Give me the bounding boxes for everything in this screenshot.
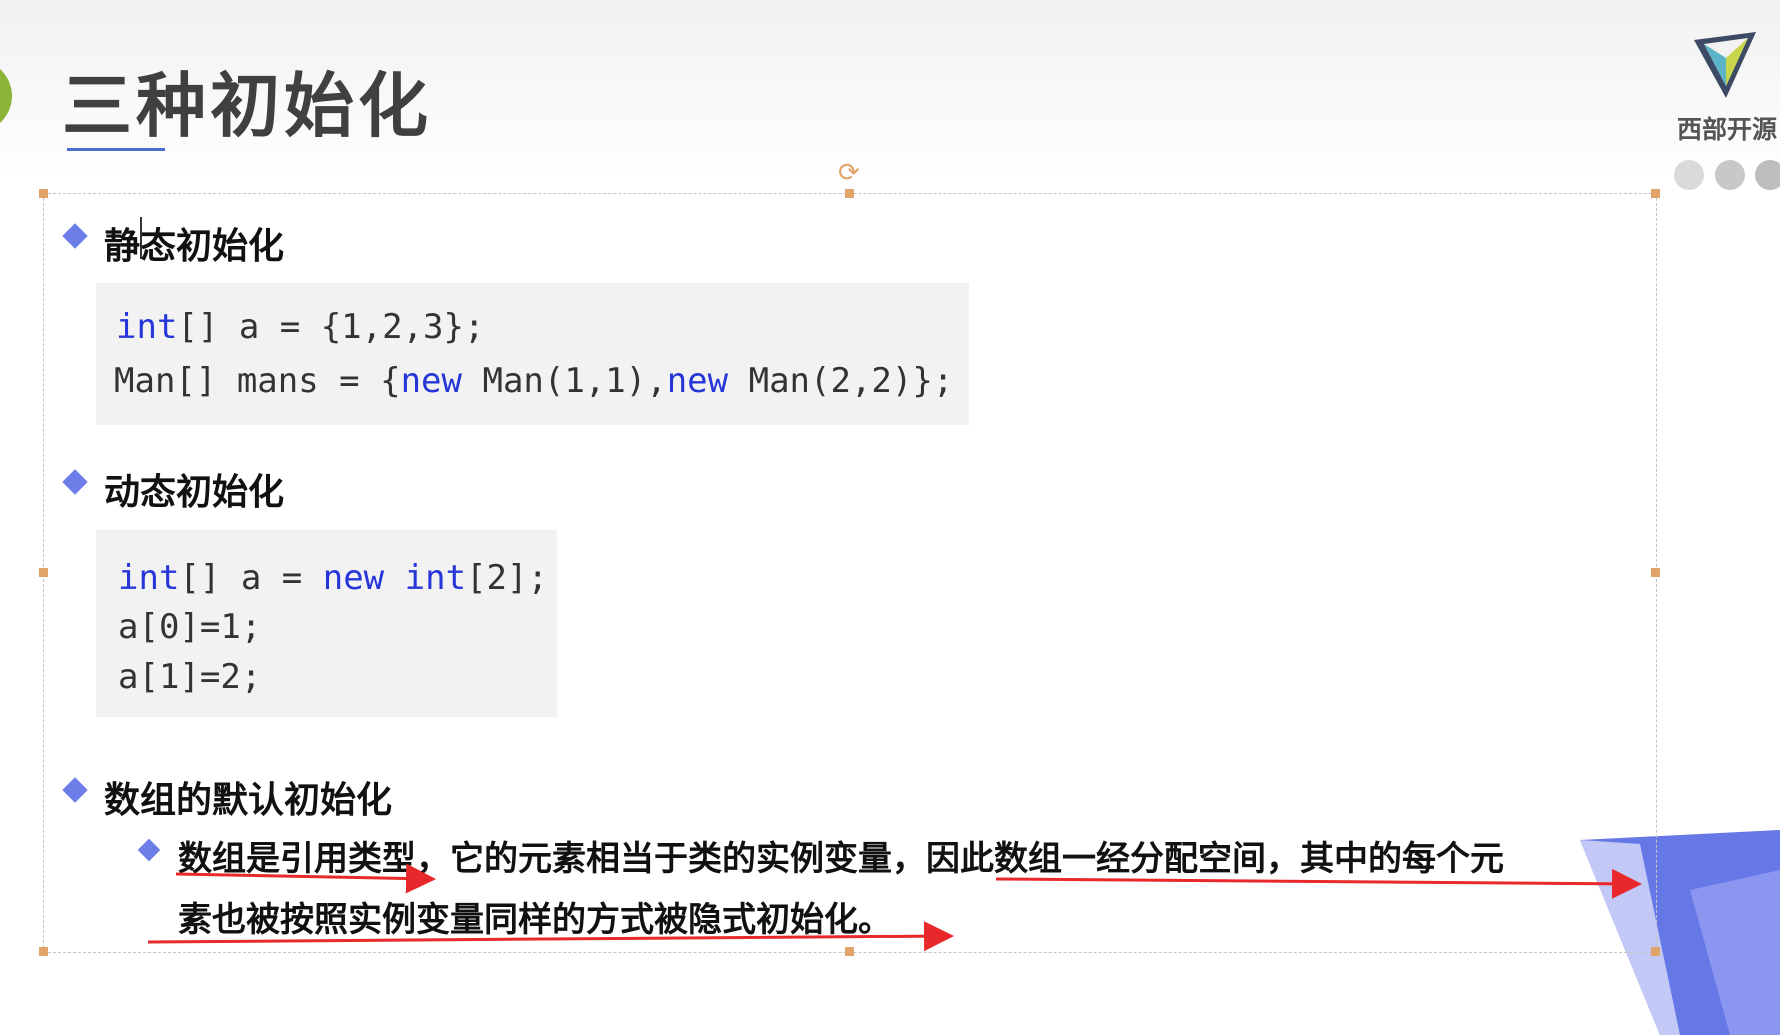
underline-arrow-3 bbox=[147, 921, 954, 952]
underline-arrow-1 bbox=[175, 863, 436, 894]
underline-arrow-2 bbox=[995, 868, 1642, 899]
red-annotation-arrows bbox=[147, 863, 1642, 952]
